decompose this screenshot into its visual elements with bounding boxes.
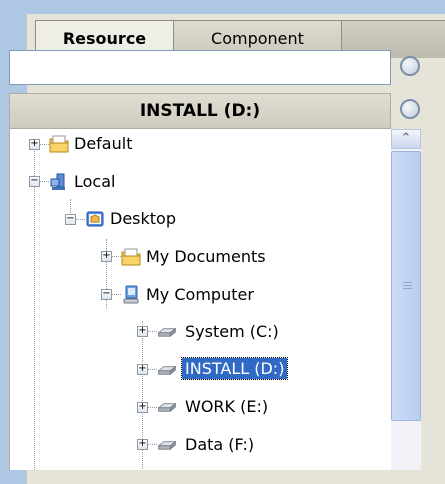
expand-icon[interactable]: +: [137, 364, 148, 375]
tree-node-drive-c[interactable]: + System (C:): [10, 319, 390, 345]
tree-node-drive-d[interactable]: + INSTALL (D:): [10, 357, 390, 383]
tree-node-label: Local: [74, 172, 116, 191]
grip-line: [403, 282, 412, 283]
tree-node-local[interactable]: − Local: [10, 169, 390, 195]
computer-icon: [123, 285, 139, 304]
tree-node-label-selected: INSTALL (D:): [180, 357, 289, 380]
drive-icon: [157, 365, 177, 376]
drive-icon: [157, 327, 177, 338]
scroll-thumb[interactable]: [391, 151, 421, 421]
network-icon: [50, 173, 65, 190]
grip-line: [403, 285, 412, 286]
expand-icon[interactable]: +: [137, 326, 148, 337]
tree-node-drive-f[interactable]: + Data (F:): [10, 432, 390, 458]
tree-node-label: Default: [74, 134, 133, 153]
folder-icon: [121, 248, 141, 266]
tree-node-label: WORK (E:): [185, 397, 269, 416]
current-location-header: INSTALL (D:): [9, 93, 391, 129]
collapse-icon[interactable]: −: [65, 214, 76, 225]
tree-node-my-documents[interactable]: + My Documents: [10, 244, 390, 270]
tree-node-my-computer[interactable]: − My Computer: [10, 282, 390, 308]
expand-icon[interactable]: +: [101, 251, 112, 262]
expand-icon[interactable]: +: [137, 439, 148, 450]
tree-node-default[interactable]: + Default: [10, 131, 390, 157]
collapse-icon[interactable]: −: [29, 176, 40, 187]
tree-node-drive-e[interactable]: + WORK (E:): [10, 394, 390, 420]
folder-icon: [49, 135, 69, 153]
expand-icon[interactable]: +: [137, 402, 148, 413]
scroll-up-icon[interactable]: ⌃: [391, 129, 421, 149]
desktop-icon: [86, 211, 104, 227]
tree-node-label: Data (F:): [185, 435, 255, 454]
collapse-icon[interactable]: −: [101, 289, 112, 300]
drive-icon: [157, 402, 177, 413]
search-go-icon[interactable]: [400, 56, 420, 76]
tree-node-label: My Computer: [146, 285, 254, 304]
tree-node-label: System (C:): [185, 322, 279, 341]
search-input[interactable]: [9, 50, 391, 85]
location-menu-icon[interactable]: [400, 99, 420, 119]
expand-icon[interactable]: +: [29, 139, 40, 150]
grip-line: [403, 288, 412, 289]
resource-tree: + Default − Local − Desktop + My Documen…: [9, 129, 392, 470]
tree-node-label: My Documents: [146, 247, 266, 266]
drive-icon: [157, 440, 177, 451]
tree-node-label: Desktop: [110, 209, 176, 228]
tree-scrollbar[interactable]: ⌃: [391, 129, 421, 470]
tree-node-desktop[interactable]: − Desktop: [10, 206, 390, 232]
